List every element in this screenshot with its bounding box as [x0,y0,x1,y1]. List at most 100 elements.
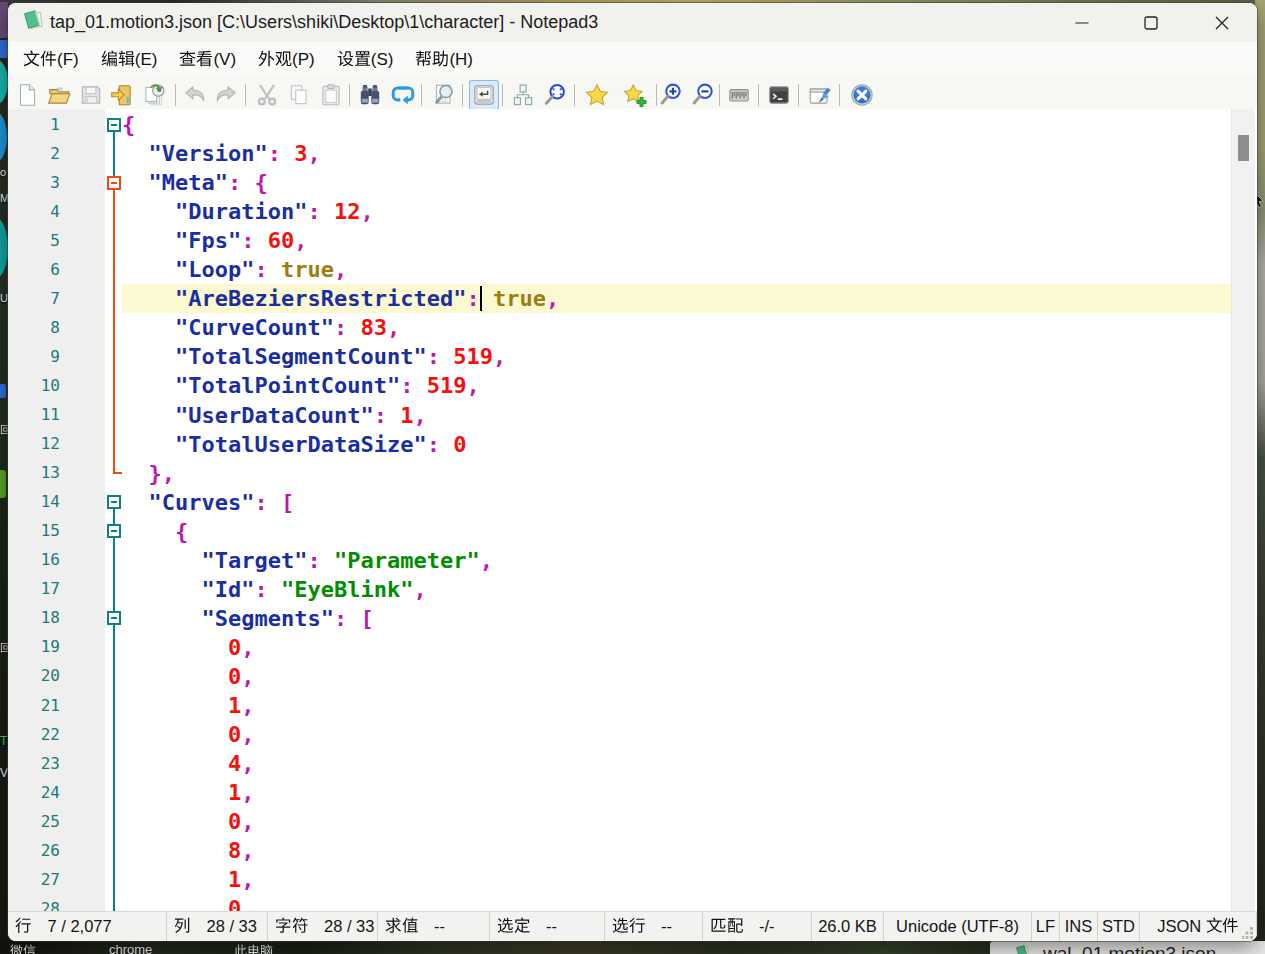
toolbar-button-redo[interactable] [211,80,241,110]
status-cell-insert-mode[interactable]: INS [1060,912,1098,941]
toolbar-button-open-file[interactable] [44,80,74,110]
code-token-pl [122,751,228,776]
desktop-label-this-pc[interactable] [234,943,273,954]
code-area[interactable]: { "Version": 3, "Meta": { "Duration": 12… [122,109,1231,911]
status-cell-sel-lines[interactable]: -- [605,912,703,941]
toolbar-button-new-file[interactable] [12,80,42,110]
line-number[interactable]: 6 [10,260,60,280]
cjk-glyph-svg [247,944,260,954]
line-number[interactable]: 15 [10,521,60,541]
status-cell-file-type[interactable]: JSON [1140,912,1257,941]
toolbar-button-zoom-out[interactable] [688,80,718,110]
fold-collapse-button[interactable] [107,118,121,132]
toolbar-button-add-favorite[interactable] [620,80,650,110]
line-number[interactable]: 19 [10,637,60,657]
status-cell-column[interactable]: 28 / 33 [167,912,268,941]
line-number[interactable]: 5 [10,231,60,251]
line-number[interactable]: 20 [10,666,60,686]
toolbar-button-show-scheme[interactable] [508,80,538,110]
fold-collapse-button[interactable] [107,611,121,625]
close-button[interactable] [1189,3,1254,42]
line-number[interactable]: 11 [10,405,60,425]
line-number[interactable]: 3 [10,173,60,193]
toolbar-button-zoom-reset[interactable] [540,80,570,110]
line-number[interactable]: 24 [10,783,60,803]
line-number[interactable]: 8 [10,318,60,338]
resize-grip[interactable] [1242,927,1254,939]
toolbar-button-exit[interactable] [847,80,877,110]
line-number[interactable]: 17 [10,579,60,599]
fold-line [113,632,115,662]
toolbar-button-recent-files[interactable] [139,80,169,110]
scrollbar-thumb[interactable] [1238,135,1249,161]
toolbar-button-hex-view[interactable] [724,80,754,110]
line-number[interactable]: 25 [10,812,60,832]
toolbar-button-undo[interactable] [180,80,210,110]
line-number[interactable]: 2 [10,144,60,164]
desktop-label-wechat[interactable] [10,943,36,954]
toolbar-button-find[interactable] [355,80,385,110]
status-cell-character[interactable]: 28 / 33 [268,912,378,941]
menu-item-settings[interactable]: (S) [326,42,405,77]
toolbar-button-save-file[interactable] [76,80,106,110]
toolbar-button-favorites[interactable] [582,80,612,110]
menu-item-file[interactable]: (F) [12,42,90,77]
toolbar-button-pin-on-top[interactable] [805,80,835,110]
status-cell-line[interactable]: 7 / 2,077 [8,912,167,941]
line-number[interactable]: 12 [10,434,60,454]
toolbar-button-cut[interactable] [252,80,282,110]
status-cell-edit-mode[interactable]: STD [1098,912,1140,941]
background-window-fragment[interactable]: wal_01.motion3.json [990,941,1265,954]
line-number[interactable]: 4 [10,202,60,222]
line-number[interactable]: 13 [10,463,60,483]
cjk-glyph [260,943,273,954]
line-number[interactable]: 27 [10,870,60,890]
line-number[interactable]: 26 [10,841,60,861]
line-number[interactable]: 1 [10,115,60,135]
status-cell-encoding[interactable]: Unicode (UTF-8) [884,912,1032,941]
editor[interactable]: 1234567891011121314151617181920212223242… [8,109,1257,911]
line-number[interactable]: 21 [10,696,60,716]
desktop-label-chrome[interactable]: chrome [109,942,152,954]
line-number[interactable]: 18 [10,608,60,628]
menu-item-edit[interactable]: (E) [90,42,169,77]
status-cell-eol-mode[interactable]: LF [1032,912,1060,941]
toolbar-button-word-wrap[interactable] [469,80,499,110]
status-cell-eval[interactable]: -- [378,912,490,941]
fold-margin[interactable] [105,109,122,911]
line-number[interactable]: 23 [10,754,60,774]
code-token-pr: "CurveCount" [175,315,334,340]
maximize-button[interactable] [1118,3,1183,42]
minimize-button[interactable] [1049,3,1114,42]
line-number-margin[interactable]: 1234567891011121314151617181920212223242… [8,109,105,911]
cjk-glyph-svg [179,50,196,67]
fold-collapse-button[interactable] [107,524,121,538]
cjk-glyph-svg [432,50,449,67]
line-number[interactable]: 10 [10,376,60,396]
fold-collapse-button[interactable] [107,495,121,509]
line-number[interactable]: 28 [10,899,60,911]
code-token-pr: "Id" [201,577,254,602]
status-label [612,917,645,936]
toolbar-button-paste[interactable] [316,80,346,110]
line-number[interactable]: 16 [10,550,60,570]
toolbar-button-copy[interactable] [284,80,314,110]
toolbar-button-replace[interactable] [388,80,418,110]
menu-item-help[interactable]: (H) [404,42,484,77]
status-cell-file-size[interactable]: 26.0 KB [812,912,884,941]
line-number[interactable]: 9 [10,347,60,367]
line-number[interactable]: 22 [10,725,60,745]
toolbar-button-print-preview[interactable] [429,80,459,110]
fold-collapse-button[interactable] [107,176,121,190]
toolbar-button-zoom-in[interactable] [656,80,686,110]
status-cell-selection[interactable]: -- [490,912,605,941]
toolbar-button-save-as[interactable] [107,80,137,110]
toolbar-button-run-command[interactable] [764,80,794,110]
menu-item-view[interactable]: (V) [168,42,247,77]
line-number[interactable]: 14 [10,492,60,512]
title-bar[interactable]: tap_01.motion3.json [C:\Users\shiki\Desk… [8,3,1257,42]
status-cell-matches[interactable]: -/- [703,912,812,941]
menu-item-appearance[interactable]: (P) [247,42,326,77]
vertical-scrollbar[interactable] [1231,109,1255,911]
line-number[interactable]: 7 [10,289,60,309]
